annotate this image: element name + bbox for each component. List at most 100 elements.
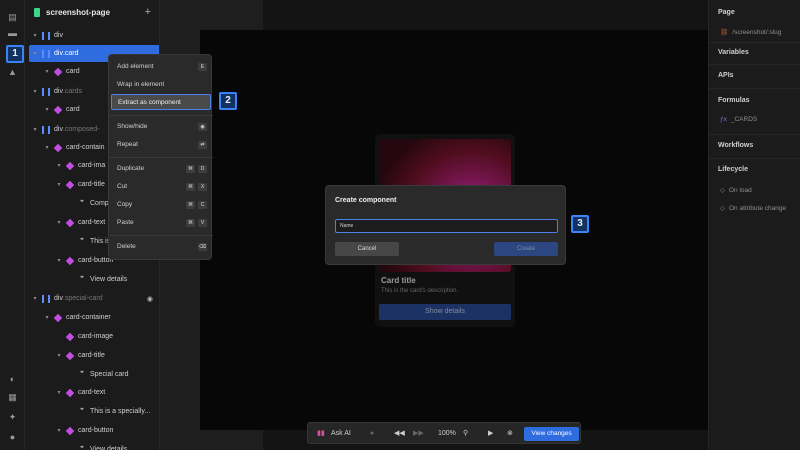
menu-item-wrap-in-element[interactable]: Wrap in element (109, 77, 213, 93)
layers-header: screenshot-page + (25, 0, 159, 25)
warning-icon[interactable]: ▲ (7, 67, 18, 78)
chevron-down-icon[interactable]: ▾ (43, 144, 51, 151)
shortcut-key: ◉ (198, 123, 207, 131)
menu-item-label: Duplicate (117, 165, 145, 172)
properties-panel: Page ⛓ /screenshot/:slug Variables APIs … (708, 0, 800, 450)
component-icon (65, 351, 75, 360)
formulas-heading[interactable]: Formulas (718, 97, 750, 104)
lifecycle-on-attribute-change[interactable]: ◇ On attribute change (720, 204, 786, 213)
callout-3: 3 (571, 215, 589, 233)
chevron-down-icon[interactable]: ▾ (43, 106, 51, 113)
folder-icon[interactable]: ▬ (7, 28, 18, 39)
layer-row[interactable]: ❞ Special card (25, 366, 159, 383)
menu-item-show-hide[interactable]: Show/hide ◉ (109, 119, 213, 135)
layers-icon[interactable]: ▤ (7, 12, 18, 23)
chevron-down-icon[interactable]: ▾ (31, 295, 39, 302)
layer-label: div (54, 32, 63, 39)
chevron-down-icon[interactable]: ▾ (43, 314, 51, 321)
layer-row[interactable]: ❞ This is a specially... (25, 403, 159, 420)
menu-item-cut[interactable]: Cut ⌘ X (109, 179, 213, 195)
chevron-down-icon[interactable]: ▾ (55, 181, 63, 188)
shortcut-key: ⌘ (186, 219, 195, 227)
menu-item-paste[interactable]: Paste ⌘ V (109, 215, 213, 231)
zoom-level[interactable]: 100% (438, 423, 456, 445)
div-icon (42, 125, 50, 134)
cancel-button[interactable]: Cancel (335, 242, 399, 256)
layer-class-suffix: .card (62, 50, 79, 57)
chevron-down-icon[interactable]: ▾ (55, 389, 63, 396)
component-icon (65, 180, 75, 189)
layer-row[interactable]: ▾ div (25, 27, 159, 44)
chevron-down-icon[interactable]: ▾ (31, 50, 39, 57)
text-icon: ❞ (80, 237, 84, 245)
menu-separator (109, 157, 213, 158)
workflows-heading[interactable]: Workflows (718, 142, 753, 149)
menu-item-duplicate[interactable]: Duplicate ⌘ D (109, 161, 213, 177)
menu-item-label: Cut (117, 183, 128, 190)
apis-heading[interactable]: APIs (718, 72, 734, 79)
menu-item-repeat[interactable]: Repeat ⇄ (109, 137, 213, 153)
lifecycle-icon: ◇ (720, 205, 725, 212)
layer-row[interactable]: ▾ card-container (25, 309, 159, 326)
layer-label: card-title (78, 352, 105, 359)
component-name-input[interactable]: Name (335, 219, 558, 233)
layer-row[interactable]: ▾ div .special-card ◉ (25, 290, 159, 307)
layer-label: card-title (78, 181, 105, 188)
create-button[interactable]: Create (494, 242, 558, 256)
component-icon (65, 388, 75, 397)
menu-item-copy[interactable]: Copy ⌘ C (109, 197, 213, 213)
page-route[interactable]: ⛓ /screenshot/:slug (720, 28, 781, 37)
layer-label: div (54, 50, 63, 57)
variables-heading[interactable]: Variables (718, 49, 749, 56)
layer-row[interactable]: ▾ card-text (25, 384, 159, 401)
add-page-icon[interactable]: + (145, 6, 151, 18)
chevron-down-icon[interactable]: ▾ (55, 352, 63, 359)
undo-icon[interactable]: ◀◀ (394, 423, 405, 445)
menu-item-label: Copy (117, 201, 133, 208)
ask-ai-button[interactable]: Ask AI (331, 423, 351, 445)
text-icon: ❞ (80, 199, 84, 207)
theme-icon[interactable]: ◐ (7, 374, 18, 385)
help-icon[interactable]: ● (7, 432, 18, 443)
chevron-down-icon[interactable]: ▾ (31, 88, 39, 95)
layer-label: card-ima (78, 162, 106, 169)
layer-row[interactable]: ▾ card-title (25, 347, 159, 364)
stop-icon[interactable]: ⊗ (507, 423, 513, 445)
shortcut-key: E (198, 63, 207, 71)
package-icon[interactable]: ▦ (7, 392, 18, 403)
div-icon (42, 294, 50, 303)
play-icon[interactable]: ▶ (488, 423, 493, 445)
layer-row[interactable]: ❞ View details (25, 271, 159, 288)
chevron-down-icon[interactable]: ▾ (55, 162, 63, 169)
div-icon (42, 31, 50, 40)
layer-label: card-contain (66, 144, 105, 151)
chevron-down-icon[interactable]: ▾ (55, 257, 63, 264)
eye-icon[interactable]: ◉ (147, 295, 153, 303)
chevron-down-icon[interactable]: ▾ (31, 126, 39, 133)
layer-row[interactable]: ▾ card-button (25, 422, 159, 439)
dialog-title: Create component (335, 197, 397, 204)
layer-row[interactable]: card-image (25, 328, 159, 345)
chevron-down-icon[interactable]: ▾ (31, 32, 39, 39)
menu-item-extract-as-component[interactable]: Extract as component (111, 94, 211, 110)
shortcut-key: ⌫ (198, 243, 207, 251)
menu-item-delete[interactable]: Delete ⌫ (109, 239, 213, 255)
shortcut-key: ⇄ (198, 141, 207, 149)
bottom-toolbar: ▮▮ Ask AI ● ◀◀ ▶▶ 100% ⚲ ▶ ⊗ View change… (307, 422, 581, 444)
chevron-down-icon[interactable]: ▾ (43, 68, 51, 75)
redo-icon[interactable]: ▶▶ (413, 423, 424, 445)
lifecycle-on-load[interactable]: ◇ On load (720, 186, 752, 195)
left-rail: ▤ ▬ ▲ ◐ ▦ ✦ ● (0, 0, 25, 450)
chevron-down-icon[interactable]: ▾ (55, 427, 63, 434)
layer-label: View details (90, 276, 128, 283)
formula-item[interactable]: ƒx _CARDS (720, 116, 757, 123)
shortcut-key: V (198, 219, 207, 227)
view-changes-button[interactable]: View changes (524, 427, 579, 441)
bulb-icon[interactable]: ✦ (7, 412, 18, 423)
recording-icon[interactable]: ● (370, 423, 374, 445)
layer-row[interactable]: ❞ View details (25, 441, 159, 450)
shortcut-key: ⌘ (186, 201, 195, 209)
zoom-icon[interactable]: ⚲ (463, 423, 468, 445)
menu-item-add-element[interactable]: Add element E (109, 59, 213, 75)
chevron-down-icon[interactable]: ▾ (55, 219, 63, 226)
